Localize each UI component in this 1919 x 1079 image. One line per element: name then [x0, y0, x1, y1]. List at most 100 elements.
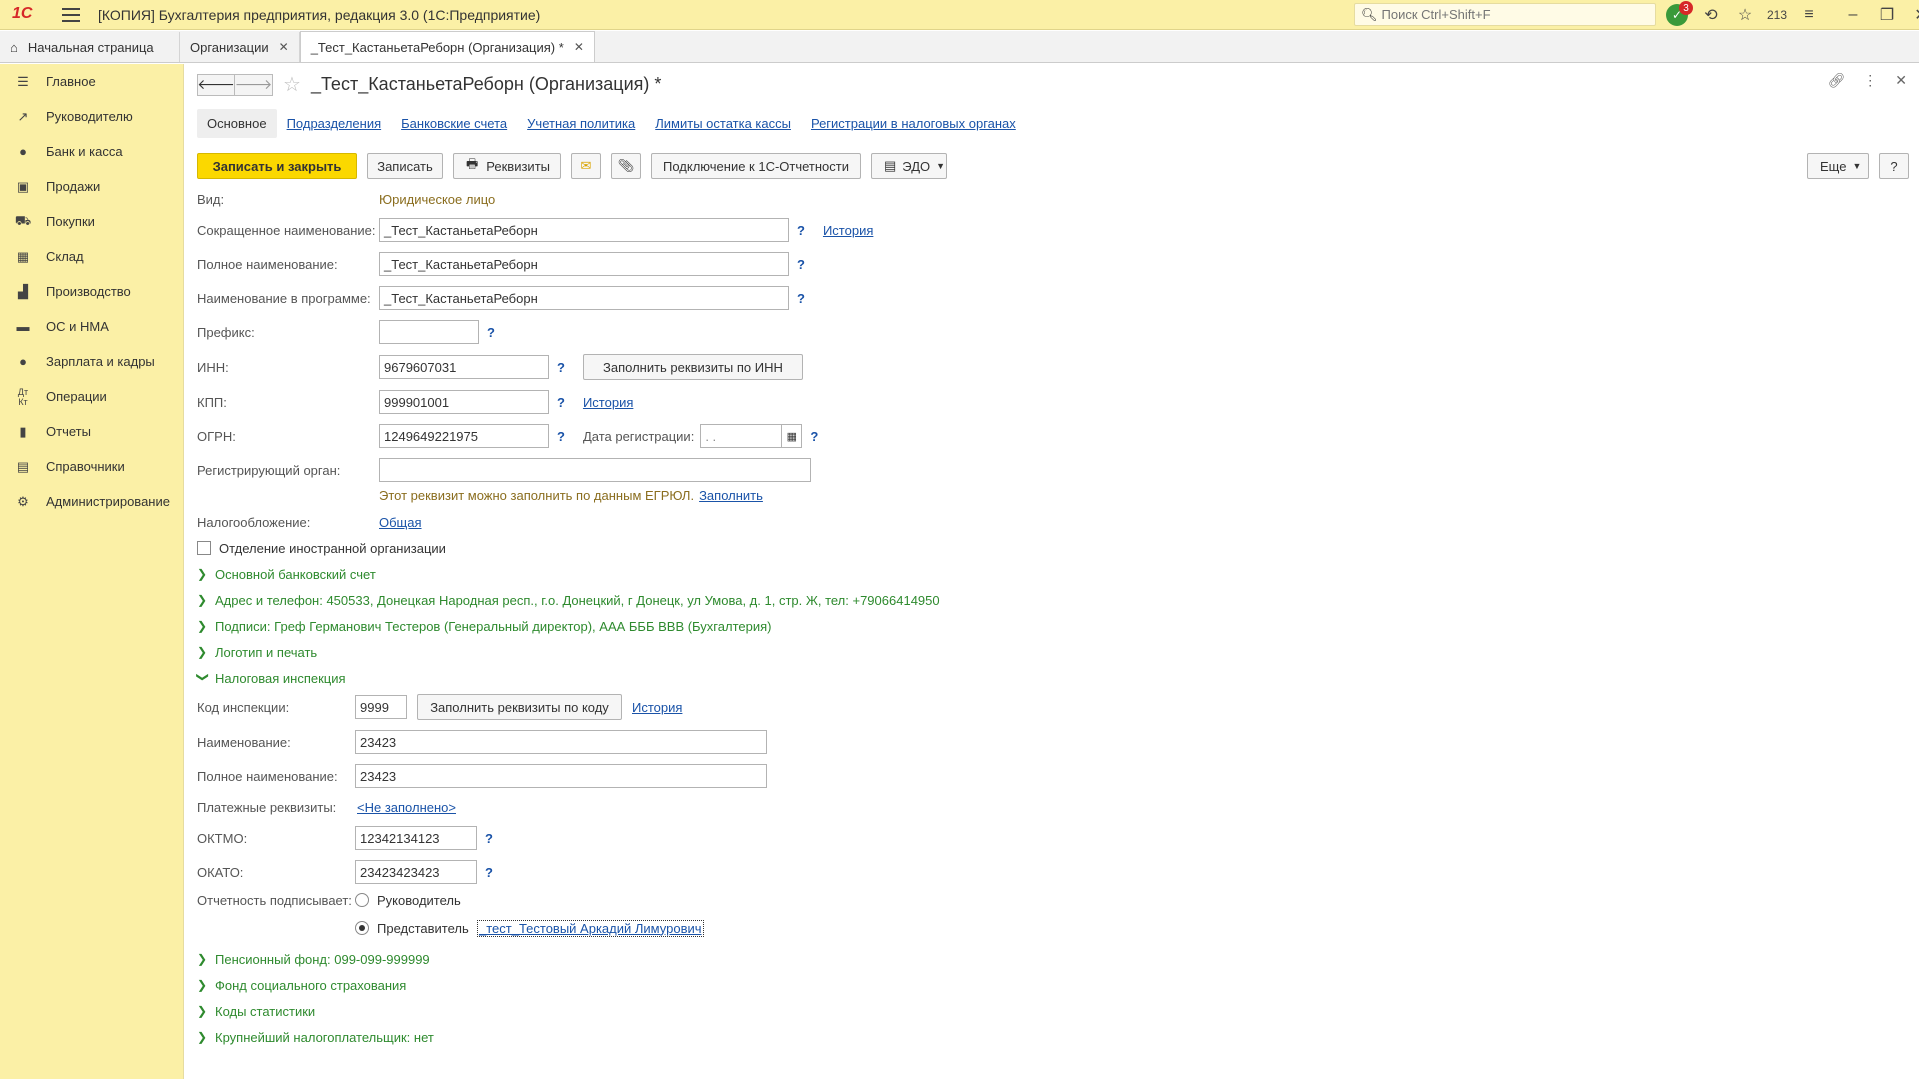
tab-main[interactable]: Основное: [197, 109, 277, 138]
help-question-icon[interactable]: ?: [797, 291, 805, 306]
back-button[interactable]: 🡐: [197, 73, 235, 96]
attach-button[interactable]: 📎︎: [611, 153, 641, 179]
more-vertical-icon[interactable]: ⋮: [1863, 72, 1877, 89]
group-address[interactable]: ❯ Адрес и телефон: 450533, Донецкая Народ…: [197, 590, 940, 610]
inspection-code-input[interactable]: 9999: [355, 695, 407, 719]
sidebar-item-manager[interactable]: ↗ Руководителю: [0, 99, 183, 134]
tab-home[interactable]: ⌂ Начальная страница: [0, 32, 180, 62]
okato-label: ОКАТО:: [197, 864, 244, 880]
help-question-icon[interactable]: ?: [797, 257, 805, 272]
group-stats[interactable]: ❯ Коды статистики: [197, 1001, 315, 1021]
history-link[interactable]: История: [823, 223, 873, 238]
program-name-input[interactable]: _Тест_КастаньетаРеборн: [379, 286, 789, 310]
help-question-icon[interactable]: ?: [485, 865, 493, 880]
save-button[interactable]: Записать: [367, 153, 443, 179]
help-question-icon[interactable]: ?: [487, 325, 495, 340]
edo-button[interactable]: ▤ ЭДО ▼: [871, 153, 947, 179]
page-title: _Тест_КастаньетаРеборн (Организация) *: [310, 74, 662, 94]
short-name-input[interactable]: _Тест_КастаньетаРеборн: [379, 218, 789, 242]
search-input[interactable]: [1381, 7, 1642, 22]
favorite-star-icon[interactable]: ☆: [283, 72, 301, 97]
help-question-icon[interactable]: ?: [557, 360, 565, 375]
close-window-icon[interactable]: ✕: [1904, 0, 1919, 30]
ogrn-input[interactable]: 1249649221975: [379, 424, 549, 448]
representative-link[interactable]: _тест_Тестовый Аркадий Лимурович: [477, 919, 704, 937]
save-and-close-button[interactable]: Записать и закрыть: [197, 153, 357, 179]
fill-by-inn-button[interactable]: Заполнить реквизиты по ИНН: [582, 354, 803, 380]
sidebar-item-reports[interactable]: ▮ Отчеты: [0, 414, 183, 449]
email-button[interactable]: ✉: [571, 153, 601, 179]
sidebar-item-purchases[interactable]: ⛟ Покупки: [0, 204, 183, 239]
inspection-history-link[interactable]: История: [632, 700, 682, 715]
help-question-icon[interactable]: ?: [485, 831, 493, 846]
sidebar-item-catalogs[interactable]: ▤ Справочники: [0, 449, 183, 484]
inspection-full-name-input[interactable]: 23423: [355, 764, 767, 788]
group-social[interactable]: ❯ Фонд социального страхования: [197, 975, 406, 995]
tab-accounting-policy[interactable]: Учетная политика: [527, 116, 635, 131]
help-question-icon[interactable]: ?: [557, 429, 565, 444]
kpp-input[interactable]: 999901001: [379, 390, 549, 414]
kpp-history-link[interactable]: История: [583, 395, 633, 410]
sidebar-item-bank[interactable]: ● Банк и касса: [0, 134, 183, 169]
prefix-input[interactable]: [379, 320, 479, 344]
notifications-button[interactable]: ✓ 3: [1660, 0, 1694, 30]
close-icon[interactable]: ✕: [279, 40, 289, 54]
connect-reporting-button[interactable]: Подключение к 1С-Отчетности: [651, 153, 861, 179]
tab-bank-accounts[interactable]: Банковские счета: [401, 116, 507, 131]
chevron-right-icon: ❯: [197, 1030, 208, 1044]
forward-button[interactable]: 🡒: [235, 73, 273, 96]
link-icon[interactable]: 🔗︎: [1827, 72, 1845, 89]
group-signatures[interactable]: ❯ Подписи: Греф Германович Тестеров (Гене…: [197, 616, 771, 636]
requisites-button[interactable]: 🖶 Реквизиты: [453, 153, 561, 179]
help-question-icon[interactable]: ?: [810, 429, 818, 444]
tab-organizations[interactable]: Организации ✕: [180, 32, 300, 62]
group-tax-office[interactable]: ❯ Налоговая инспекция: [196, 668, 346, 688]
help-question-icon[interactable]: ?: [797, 223, 805, 238]
inspection-name-input[interactable]: 23423: [355, 730, 767, 754]
sidebar-item-production[interactable]: ▟ Производство: [0, 274, 183, 309]
reg-date-input[interactable]: . . ▦: [700, 424, 803, 448]
inn-input[interactable]: 9679607031: [379, 355, 549, 379]
fill-by-code-button[interactable]: Заполнить реквизиты по коду: [417, 694, 622, 720]
sidebar-item-admin[interactable]: ⚙ Администрирование: [0, 484, 183, 519]
tab-cash-limits[interactable]: Лимиты остатка кассы: [655, 116, 791, 131]
foreign-branch-checkbox[interactable]: [197, 541, 211, 555]
group-logo[interactable]: ❯ Логотип и печать: [197, 642, 317, 662]
payment-details-link[interactable]: <Не заполнено>: [357, 800, 456, 815]
vid-value[interactable]: Юридическое лицо: [379, 192, 495, 207]
reg-organ-input[interactable]: [379, 458, 811, 482]
restore-icon[interactable]: ❐: [1870, 0, 1904, 30]
sidebar-item-operations[interactable]: Дт Кт Операции: [0, 379, 183, 414]
group-title: Пенсионный фонд: 099-099-999999: [215, 951, 430, 967]
fill-egrul-link[interactable]: Заполнить: [699, 488, 763, 503]
close-form-icon[interactable]: ✕: [1895, 72, 1907, 89]
tax-system-link[interactable]: Общая: [379, 515, 422, 530]
calendar-icon[interactable]: ▦: [781, 425, 801, 447]
global-search[interactable]: 🔍︎: [1354, 3, 1656, 26]
help-button[interactable]: ?: [1879, 153, 1909, 179]
group-pension[interactable]: ❯ Пенсионный фонд: 099-099-999999: [197, 949, 430, 969]
sidebar-item-sales[interactable]: ▣ Продажи: [0, 169, 183, 204]
main-menu-icon[interactable]: [62, 7, 80, 22]
oktmo-input[interactable]: 12342134123: [355, 826, 477, 850]
sidebar-item-assets[interactable]: ▬ ОС и НМА: [0, 309, 183, 344]
group-bank-account[interactable]: ❯ Основной банковский счет: [197, 564, 376, 584]
radio-signer-rep[interactable]: [355, 921, 369, 935]
tab-subdivisions[interactable]: Подразделения: [287, 116, 382, 131]
sidebar-item-main[interactable]: ☰ Главное: [0, 64, 183, 99]
minimize-icon[interactable]: –: [1836, 0, 1870, 30]
sidebar-item-warehouse[interactable]: ▦ Склад: [0, 239, 183, 274]
tab-tax-registrations[interactable]: Регистрации в налоговых органах: [811, 116, 1016, 131]
sidebar-item-salary[interactable]: ● Зарплата и кадры: [0, 344, 183, 379]
full-name-input[interactable]: _Тест_КастаньетаРеборн: [379, 252, 789, 276]
more-button[interactable]: Еще ▼: [1807, 153, 1869, 179]
radio-signer-head[interactable]: [355, 893, 369, 907]
favorites-icon[interactable]: ☆: [1728, 0, 1762, 30]
history-icon[interactable]: ⟲: [1694, 0, 1728, 30]
tab-organization-form[interactable]: _Тест_КастаньетаРеборн (Организация) * ✕: [299, 31, 595, 62]
settings-menu-icon[interactable]: ≡: [1792, 0, 1826, 30]
group-largest-taxpayer[interactable]: ❯ Крупнейший налогоплательщик: нет: [197, 1027, 434, 1047]
okato-input[interactable]: 23423423423: [355, 860, 477, 884]
close-icon[interactable]: ✕: [574, 40, 584, 54]
help-question-icon[interactable]: ?: [557, 395, 565, 410]
